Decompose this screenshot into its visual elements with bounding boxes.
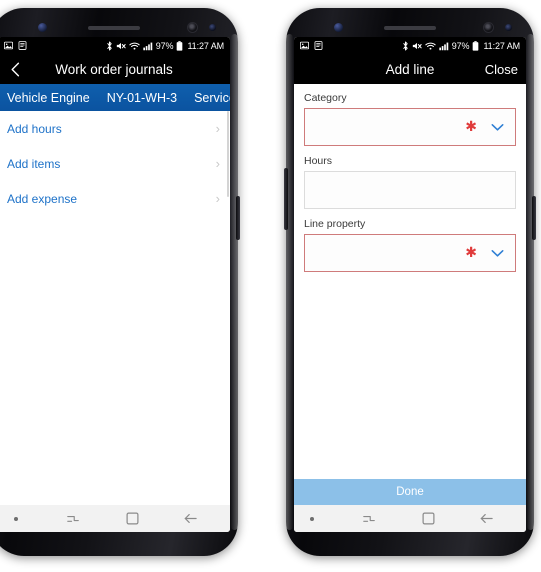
nav-recents-button[interactable] — [44, 512, 103, 526]
clock-label: 11:27 AM — [483, 40, 520, 51]
context-item-asset-id: NY-01-WH-3 — [106, 90, 178, 105]
image-icon — [300, 41, 309, 50]
chevron-down-icon[interactable] — [491, 123, 504, 132]
chevron-right-icon: › — [215, 156, 220, 171]
power-button[interactable] — [236, 196, 240, 240]
left-title-bar: Work order journals — [0, 54, 230, 84]
field-hours: Hours — [304, 155, 516, 209]
home-square-icon — [422, 512, 434, 525]
back-arrow-icon — [184, 513, 197, 524]
home-square-icon — [126, 512, 138, 525]
left-phone-screen: 97% 11:27 AM Work order journals Vehicle… — [0, 37, 230, 532]
wifi-icon — [425, 41, 436, 51]
list-item-label: Add expense — [7, 191, 78, 206]
status-bar-right-icons: 97% 11:27 AM — [402, 41, 520, 51]
list-item-label: Add hours — [7, 121, 62, 136]
field-label: Line property — [304, 218, 366, 230]
android-nav-bar-left — [0, 505, 230, 532]
line-property-select[interactable]: ✱ — [304, 234, 516, 272]
earpiece-speaker-icon — [88, 26, 140, 30]
front-camera-icon — [483, 22, 494, 33]
bluetooth-icon — [402, 41, 409, 51]
recents-icon — [67, 515, 80, 522]
volume-button[interactable] — [284, 168, 288, 230]
battery-percent-label: 97% — [155, 40, 174, 51]
wifi-icon — [129, 41, 140, 51]
add-line-form: Category ✱ Hours Line property ✱ — [294, 84, 526, 272]
phone-left: 97% 11:27 AM Work order journals Vehicle… — [0, 8, 240, 556]
status-bar-right: 97% 11:27 AM — [294, 37, 526, 54]
front-camera-icon — [187, 22, 198, 33]
mute-icon — [412, 41, 422, 51]
phone-sensor-row — [0, 20, 238, 36]
field-category: Category ✱ — [304, 92, 516, 146]
work-order-context-bar[interactable]: Vehicle Engine NY-01-WH-3 Service — [0, 84, 230, 111]
journal-list: Add hours › Add items › Add expense › — [0, 111, 230, 216]
done-button[interactable]: Done — [294, 479, 526, 505]
required-asterisk-icon: ✱ — [465, 119, 477, 135]
status-bar-left: 97% 11:27 AM — [0, 37, 230, 54]
nav-back-button[interactable] — [457, 512, 516, 525]
field-label: Hours — [304, 155, 333, 167]
nav-back-button[interactable] — [161, 512, 220, 525]
document-icon — [314, 41, 323, 50]
context-item-vehicle: Vehicle Engine — [7, 90, 90, 105]
field-line-property: Line property ✱ — [304, 218, 516, 272]
list-item-add-hours[interactable]: Add hours › — [0, 111, 230, 146]
recents-icon — [363, 515, 376, 522]
recent-dot-icon — [310, 516, 314, 521]
nav-dot-icon[interactable] — [8, 516, 44, 521]
close-button[interactable]: Close — [485, 62, 518, 77]
right-title-bar: Add line Close — [294, 54, 526, 84]
status-bar-left-icons — [4, 41, 27, 50]
chevron-right-icon: › — [215, 121, 220, 136]
nav-home-button[interactable] — [103, 512, 162, 525]
iris-scanner-icon — [334, 23, 343, 32]
battery-icon — [472, 40, 479, 51]
back-arrow-icon — [480, 513, 493, 524]
recent-dot-icon — [14, 516, 18, 521]
list-item-add-items[interactable]: Add items › — [0, 146, 230, 181]
bezel-sheen-right — [231, 34, 238, 530]
mute-icon — [116, 41, 126, 51]
required-asterisk-icon: ✱ — [465, 245, 477, 261]
category-select[interactable]: ✱ — [304, 108, 516, 146]
signal-icon — [143, 41, 153, 51]
bezel-sheen-right — [527, 34, 534, 530]
context-item-service: Service — [194, 90, 230, 105]
iris-scanner-icon — [38, 23, 47, 32]
bluetooth-icon — [106, 41, 113, 51]
phone-right: 97% 11:27 AM Add line Close Category ✱ H… — [284, 8, 536, 556]
chevron-right-icon: › — [215, 191, 220, 206]
list-item-label: Add items — [7, 156, 61, 171]
document-icon — [18, 41, 27, 50]
proximity-sensor-icon — [209, 24, 216, 31]
android-nav-bar-right — [294, 505, 526, 532]
bezel-sheen-left — [286, 34, 293, 530]
page-title: Work order journals — [55, 61, 173, 77]
battery-icon — [176, 40, 183, 51]
proximity-sensor-icon — [505, 24, 512, 31]
field-label: Category — [304, 92, 347, 104]
image-icon — [4, 41, 13, 50]
nav-home-button[interactable] — [399, 512, 458, 525]
clock-label: 11:27 AM — [187, 40, 224, 51]
status-bar-left-icons — [300, 41, 323, 50]
list-item-add-expense[interactable]: Add expense › — [0, 181, 230, 216]
nav-recents-button[interactable] — [340, 512, 399, 526]
power-button[interactable] — [532, 196, 536, 240]
hours-input[interactable] — [304, 171, 516, 209]
earpiece-speaker-icon — [384, 26, 436, 30]
nav-dot-icon[interactable] — [304, 516, 340, 521]
back-chevron-icon[interactable] — [6, 60, 24, 78]
battery-percent-label: 97% — [451, 40, 470, 51]
status-bar-right-icons: 97% 11:27 AM — [106, 41, 224, 51]
chevron-down-icon[interactable] — [491, 249, 504, 258]
phone-sensor-row — [286, 20, 534, 36]
right-phone-screen: 97% 11:27 AM Add line Close Category ✱ H… — [294, 37, 526, 532]
signal-icon — [439, 41, 449, 51]
